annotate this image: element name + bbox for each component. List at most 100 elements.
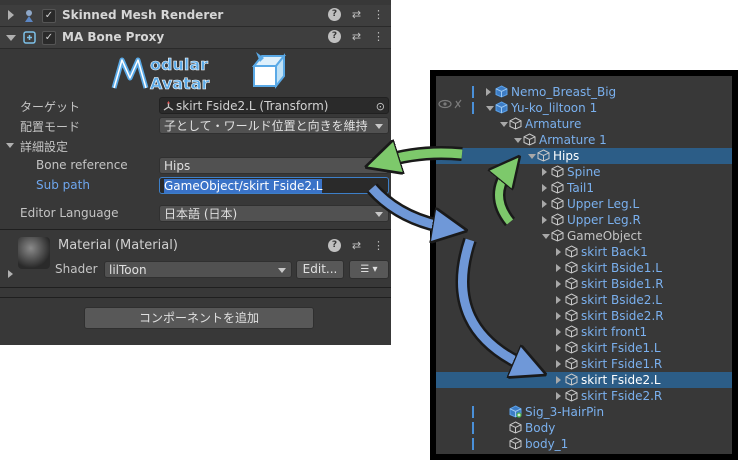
hierarchy-row[interactable]: Yu-ko_liltoon 1: [436, 100, 732, 116]
hierarchy-row-label: Body: [525, 421, 556, 435]
gameobject-cube-icon: [565, 325, 578, 338]
expand-open-icon[interactable]: [500, 122, 508, 127]
foldout-arrow-icon[interactable]: [8, 10, 14, 20]
gameobject-cube-icon: [551, 213, 564, 226]
shader-dropdown[interactable]: lilToon: [104, 261, 292, 278]
expand-closed-icon[interactable]: [542, 200, 547, 208]
hierarchy-row[interactable]: skirt Back1: [436, 244, 732, 260]
visibility-toggle[interactable]: [436, 96, 466, 112]
bone-reference-value: Hips: [164, 159, 191, 173]
shader-options-button[interactable]: ☰ ▾: [349, 260, 389, 279]
hierarchy-row[interactable]: Armature: [436, 116, 732, 132]
hierarchy-row[interactable]: skirt Fside1.L: [436, 340, 732, 356]
chevron-down-icon: [375, 212, 383, 217]
hierarchy-row[interactable]: skirt Fside2.L: [436, 372, 732, 388]
component-header-skinned-mesh-renderer[interactable]: ✓ Skinned Mesh Renderer ? ⇄ ⋮: [0, 5, 391, 27]
preset-icon[interactable]: ⇄: [350, 239, 363, 252]
placement-mode-dropdown[interactable]: 子として・ワールド位置と向きを維持: [159, 117, 389, 134]
hierarchy-row[interactable]: skirt Fside2.R: [436, 388, 732, 404]
shader-label: Shader: [55, 262, 98, 276]
gameobject-cube-icon: [565, 341, 578, 354]
advanced-settings-label[interactable]: 詳細設定: [20, 138, 68, 155]
material-foldout-arrow-icon[interactable]: [8, 270, 13, 278]
section-divider: [0, 297, 391, 298]
more-options-icon[interactable]: ⋮: [372, 8, 385, 21]
hierarchy-row-label: skirt Fside1.L: [581, 341, 661, 355]
hierarchy-row[interactable]: Armature 1: [436, 132, 732, 148]
bone-proxy-icon: [23, 31, 36, 44]
material-preview-thumbnail[interactable]: [18, 237, 50, 269]
hierarchy-row-label: skirt Bside2.L: [581, 293, 662, 307]
expand-closed-icon[interactable]: [556, 392, 561, 400]
expand-closed-icon[interactable]: [556, 264, 561, 272]
hierarchy-row[interactable]: Tail1: [436, 180, 732, 196]
preset-icon[interactable]: ⇄: [350, 30, 363, 43]
gameobject-cube-icon: [565, 293, 578, 306]
expand-closed-icon[interactable]: [486, 88, 491, 96]
hierarchy-row[interactable]: GameObject: [436, 228, 732, 244]
expand-closed-icon[interactable]: [542, 168, 547, 176]
sub-path-input[interactable]: GameObject/skirt Fside2.L: [159, 177, 389, 194]
expand-closed-icon[interactable]: [556, 248, 561, 256]
editor-language-dropdown[interactable]: 日本語 (日本): [159, 205, 389, 222]
shader-edit-button[interactable]: Edit...: [296, 260, 344, 279]
expand-closed-icon[interactable]: [556, 360, 561, 368]
foldout-arrow-icon[interactable]: [6, 35, 16, 41]
bone-reference-dropdown[interactable]: Hips: [159, 157, 389, 174]
expand-closed-icon[interactable]: [556, 312, 561, 320]
more-options-icon[interactable]: ⋮: [372, 239, 385, 252]
hierarchy-row-label: Nemo_Breast_Big: [511, 85, 617, 99]
add-component-button[interactable]: コンポーネントを追加: [84, 307, 314, 329]
hierarchy-row[interactable]: Body: [436, 420, 732, 436]
expand-open-icon[interactable]: [528, 154, 536, 159]
help-icon[interactable]: ?: [328, 30, 341, 43]
expand-closed-icon[interactable]: [556, 328, 561, 336]
target-object-field[interactable]: skirt Fside2.L (Transform) ⊙: [159, 97, 389, 114]
hierarchy-row-label: Upper Leg.R: [567, 213, 641, 227]
material-title: Material (Material): [58, 238, 178, 253]
inspector-panel: ✓ Skinned Mesh Renderer ? ⇄ ⋮ ✓ MA Bone …: [0, 0, 391, 345]
hierarchy-row[interactable]: skirt Bside2.R: [436, 308, 732, 324]
hierarchy-row[interactable]: Nemo_Breast_Big: [436, 84, 732, 100]
component-header-ma-bone-proxy[interactable]: ✓ MA Bone Proxy ? ⇄ ⋮: [0, 27, 391, 49]
hierarchy-row[interactable]: skirt front1: [436, 324, 732, 340]
hierarchy-row[interactable]: Hips: [436, 148, 732, 164]
preset-icon[interactable]: ⇄: [350, 8, 363, 21]
object-picker-icon[interactable]: ⊙: [376, 98, 385, 113]
gameobject-cube-icon: [551, 197, 564, 210]
hierarchy-row-label: Upper Leg.L: [567, 197, 640, 211]
enabled-checkbox[interactable]: ✓: [42, 31, 56, 45]
help-icon[interactable]: ?: [328, 8, 341, 21]
shader-value: lilToon: [109, 263, 147, 277]
expand-open-icon[interactable]: [542, 234, 550, 239]
hierarchy-row[interactable]: skirt Bside1.L: [436, 260, 732, 276]
hierarchy-row-label: Yu-ko_liltoon 1: [511, 101, 598, 115]
placement-mode-label: 配置モード: [20, 120, 81, 134]
expand-open-icon[interactable]: [486, 106, 494, 111]
hierarchy-row[interactable]: skirt Bside1.R: [436, 276, 732, 292]
hierarchy-row[interactable]: skirt Fside1.R: [436, 356, 732, 372]
advanced-foldout-arrow-icon[interactable]: [6, 143, 14, 148]
expand-closed-icon[interactable]: [556, 280, 561, 288]
gameobject-cube-icon: [565, 389, 578, 402]
gameobject-cube-icon: [565, 357, 578, 370]
expand-closed-icon[interactable]: [556, 344, 561, 352]
more-options-icon[interactable]: ⋮: [372, 30, 385, 43]
expand-closed-icon[interactable]: [556, 376, 561, 384]
prefab-add-icon: [509, 405, 522, 418]
help-icon[interactable]: ?: [328, 239, 341, 252]
gameobject-cube-icon: [565, 277, 578, 290]
hierarchy-row[interactable]: Spine: [436, 164, 732, 180]
expand-closed-icon[interactable]: [542, 216, 547, 224]
enabled-checkbox[interactable]: ✓: [42, 9, 56, 23]
expand-closed-icon[interactable]: [542, 184, 547, 192]
expand-closed-icon[interactable]: [556, 296, 561, 304]
hierarchy-row[interactable]: Sig_3-HairPin: [436, 404, 732, 420]
hierarchy-row[interactable]: Upper Leg.L: [436, 196, 732, 212]
bone-reference-label: Bone reference: [36, 158, 128, 172]
hierarchy-row[interactable]: body_1: [436, 436, 732, 452]
chevron-down-icon: [278, 268, 286, 273]
hierarchy-row[interactable]: Upper Leg.R: [436, 212, 732, 228]
hierarchy-row[interactable]: skirt Bside2.L: [436, 292, 732, 308]
expand-open-icon[interactable]: [514, 138, 522, 143]
